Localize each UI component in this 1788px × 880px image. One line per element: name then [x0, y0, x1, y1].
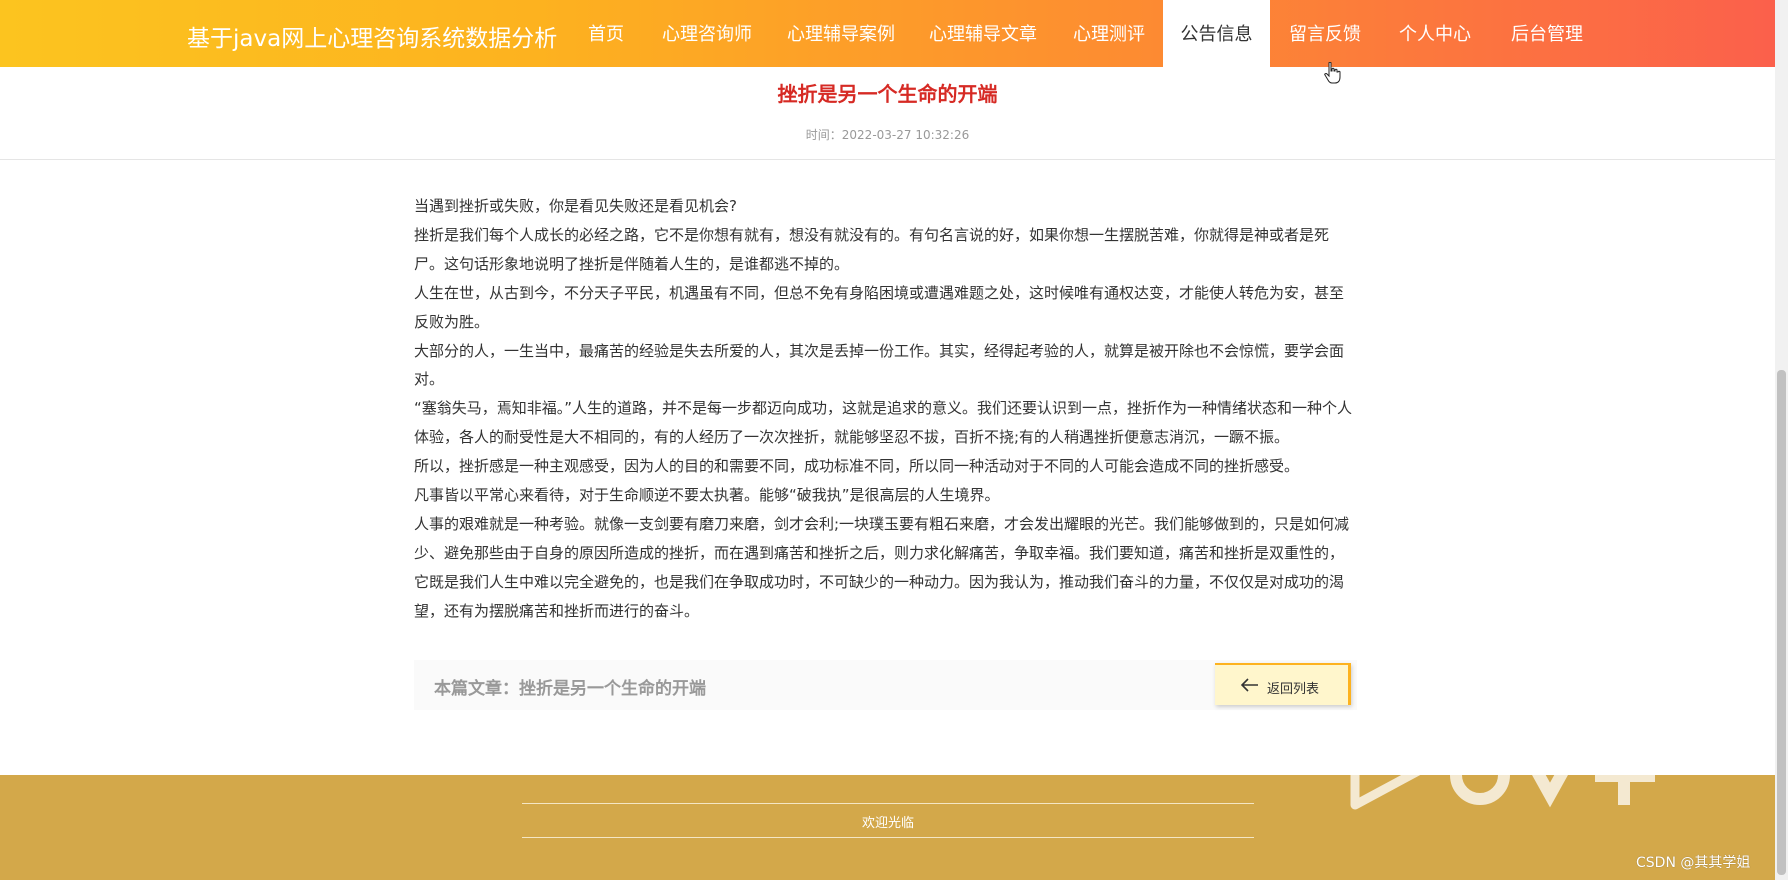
page: 基于java网上心理咨询系统数据分析 首页 心理咨询师 心理辅导案例 心理辅导文…	[0, 0, 1788, 880]
back-to-list-button[interactable]: 返回列表	[1215, 663, 1351, 705]
article-footer: 本篇文章：挫折是另一个生命的开端 返回列表	[414, 660, 1357, 710]
article-paragraph: 人事的艰难就是一种考验。就像一支剑要有磨刀来磨，剑才会利;一块璞玉要有粗石来磨，…	[414, 514, 1350, 620]
article-paragraph: 人生在世，从古到今，不分天子平民，机遇虽有不同，但总不免有身陷困境或遭遇难题之处…	[414, 283, 1345, 331]
article-paragraph: 当遇到挫折或失败，你是看见失败还是看见机会?	[414, 197, 737, 215]
time-label: 时间：	[805, 128, 842, 142]
footer-welcome: 欢迎光临	[861, 816, 914, 831]
back-to-list-label: 返回列表	[1267, 682, 1320, 697]
top-navbar: 基于java网上心理咨询系统数据分析 首页 心理咨询师 心理辅导案例 心理辅导文…	[0, 0, 1788, 67]
nav-item-articles[interactable]: 心理辅导文章	[920, 0, 1046, 67]
nav-item-admin[interactable]: 后台管理	[1500, 0, 1594, 67]
scrollbar-thumb[interactable]	[1777, 370, 1786, 875]
arrow-left-icon	[1241, 678, 1258, 692]
article-paragraph: 挫折是我们每个人成长的必经之路，它不是你想有就有，想没有就没有的。有句名言说的好…	[414, 225, 1330, 273]
article-title: 挫折是另一个生命的开端	[777, 82, 998, 106]
footer-divider	[522, 803, 1254, 804]
nav-item-profile[interactable]: 个人中心	[1390, 0, 1480, 67]
time-value: 2022-03-27 10:32:26	[841, 128, 970, 142]
csdn-watermark: CSDN @其其学姐	[1636, 855, 1751, 871]
article-paragraph: 大部分的人，一生当中，最痛苦的经验是失去所爱的人，其次是丢掉一份工作。其实，经得…	[414, 341, 1345, 389]
article-content: 当遇到挫折或失败，你是看见失败还是看见机会? 挫折是我们每个人成长的必经之路，它…	[414, 192, 1357, 626]
nav-item-assessment[interactable]: 心理测评	[1064, 0, 1154, 67]
article-paragraph: 所以，挫折感是一种主观感受，因为人的目的和需要不同，成功标准不同，所以同一种活动…	[414, 457, 1300, 476]
nav-item-home[interactable]: 首页	[572, 0, 640, 67]
footer-divider	[522, 837, 1254, 838]
divider	[0, 159, 1775, 160]
nav-item-feedback[interactable]: 留言反馈	[1280, 0, 1370, 67]
nav-item-notices[interactable]: 公告信息	[1163, 0, 1270, 67]
current-article-label: 本篇文章：挫折是另一个生命的开端	[434, 679, 706, 699]
article-paragraph: 凡事皆以平常心来看待，对于生命顺逆不要太执著。能够“破我执”是很高层的人生境界。	[414, 486, 1000, 505]
site-title[interactable]: 基于java网上心理咨询系统数据分析	[187, 19, 557, 53]
article-time: 时间：2022-03-27 10:32:26	[0, 126, 1775, 143]
nav-item-cases[interactable]: 心理辅导案例	[778, 0, 904, 67]
nav-item-counselors[interactable]: 心理咨询师	[652, 0, 762, 67]
article-paragraph: “塞翁失马，焉知非福。”人生的道路，并不是每一步都迈向成功，这就是追求的意义。我…	[414, 399, 1353, 447]
video-editor-watermark-logo	[1350, 740, 1655, 810]
